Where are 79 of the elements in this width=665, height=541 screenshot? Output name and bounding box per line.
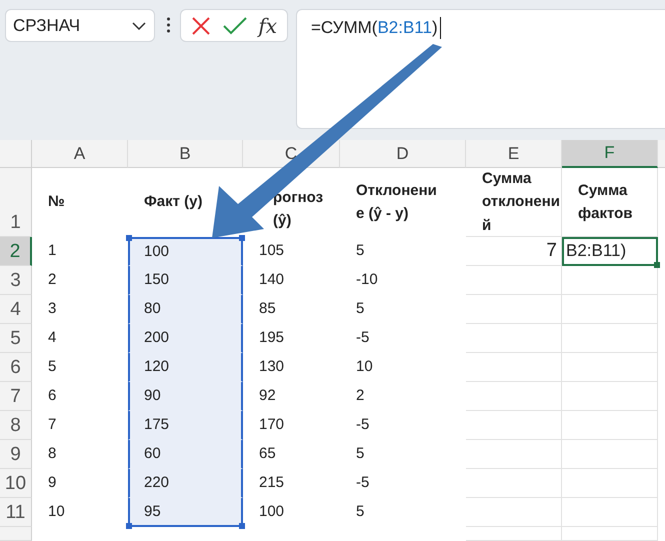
more-options-icon[interactable] (167, 17, 170, 33)
column-header[interactable]: A (32, 140, 128, 168)
column-title: Сумма отклонений (482, 169, 561, 236)
table-cell-text: 2 (48, 270, 56, 290)
table-cell-text: 92 (259, 386, 276, 406)
table-cell-text: 195 (259, 328, 284, 348)
table-cell-text: 90 (144, 386, 161, 406)
table-cell-text: 215 (259, 473, 284, 494)
table-cell-text: 8 (48, 444, 56, 464)
table-cell-text: 130 (259, 357, 284, 378)
table-cell-text: 140 (259, 270, 284, 290)
row-header[interactable]: 8 (0, 411, 32, 440)
table-cell-text: 220 (144, 473, 170, 494)
table-cell-text: 6 (48, 386, 56, 406)
table-cell-text: 60 (144, 444, 161, 464)
table-cell-text: 100 (144, 242, 170, 262)
cancel-icon[interactable] (190, 16, 211, 36)
row-header[interactable]: 1 (0, 168, 32, 237)
table-cell-text: -10 (356, 270, 378, 290)
name-box[interactable]: СРЗНАЧ (5, 9, 155, 42)
column-header[interactable]: F (562, 140, 658, 168)
table-cell-text: 5 (356, 444, 364, 464)
table-cell-text: 5 (48, 357, 56, 378)
row-header[interactable]: 2 (0, 237, 32, 266)
column-header[interactable]: B (128, 140, 243, 168)
table-cell-text: 65 (259, 444, 276, 464)
row-header[interactable]: 3 (0, 266, 32, 295)
table-cell-text: 10 (356, 357, 373, 378)
table-cell-text: 200 (144, 328, 170, 348)
name-box-value: СРЗНАЧ (13, 16, 80, 36)
selection-handle[interactable] (126, 235, 132, 241)
selection-handle[interactable] (126, 523, 132, 529)
column-title: Сумма фактов (578, 180, 634, 224)
table-cell-text: 5 (356, 502, 364, 522)
row-header[interactable]: 7 (0, 382, 32, 411)
formula-field[interactable]: =СУММ(B2:B11) (296, 9, 665, 129)
row-header[interactable]: 4 (0, 295, 32, 324)
table-cell-text: 150 (144, 270, 170, 290)
table-cell-text: 2 (356, 386, 364, 406)
row-header[interactable]: 9 (0, 440, 32, 469)
table-cell-text: -5 (356, 328, 370, 348)
checkmark-icon[interactable] (222, 16, 247, 34)
table-cell-text: 9 (48, 473, 56, 494)
cell-editor[interactable]: B2:B11) (566, 238, 626, 264)
table-cell-text: -5 (356, 473, 370, 494)
table-cell-text: 10 (48, 502, 65, 522)
column-title: Факт (y) (144, 192, 202, 212)
row-header[interactable]: 10 (0, 469, 32, 498)
column-title: № (48, 192, 65, 212)
row-header[interactable]: 6 (0, 353, 32, 382)
table-cell-text: 80 (144, 299, 161, 320)
table-cell-text: 5 (356, 299, 364, 320)
column-title: Отклонение (ŷ - y) (356, 180, 438, 224)
column-header[interactable]: D (340, 140, 466, 168)
select-all-corner[interactable] (0, 140, 32, 168)
table-cell-text: 120 (144, 357, 170, 378)
table-cell-text: 5 (356, 241, 364, 262)
fill-handle[interactable] (654, 262, 660, 268)
table-cell-text: 7 (48, 415, 56, 436)
column-title: рогноз (ŷ) (273, 188, 324, 231)
insert-function-button[interactable]: fx (258, 14, 278, 38)
table-cell-text: 7 (546, 239, 557, 264)
table-cell-text: 85 (259, 299, 276, 320)
row-header[interactable]: 5 (0, 324, 32, 353)
row-header (0, 527, 32, 541)
column-header[interactable]: E (466, 140, 562, 168)
table-cell-text: 105 (259, 241, 284, 262)
row-header[interactable]: 11 (0, 498, 32, 527)
table-cell-text: 95 (144, 502, 161, 522)
table-cell-text: 175 (144, 415, 170, 436)
table-cell-text: 1 (48, 241, 56, 262)
table-cell-text: 170 (259, 415, 284, 436)
selection-handle[interactable] (239, 523, 245, 529)
table-cell-text: 100 (259, 502, 284, 522)
selection-handle[interactable] (239, 235, 245, 241)
chevron-down-icon[interactable] (132, 22, 146, 30)
table-cell-text: -5 (356, 415, 370, 436)
table-cell-text: 4 (48, 328, 56, 348)
table-cell-text: 3 (48, 299, 56, 320)
